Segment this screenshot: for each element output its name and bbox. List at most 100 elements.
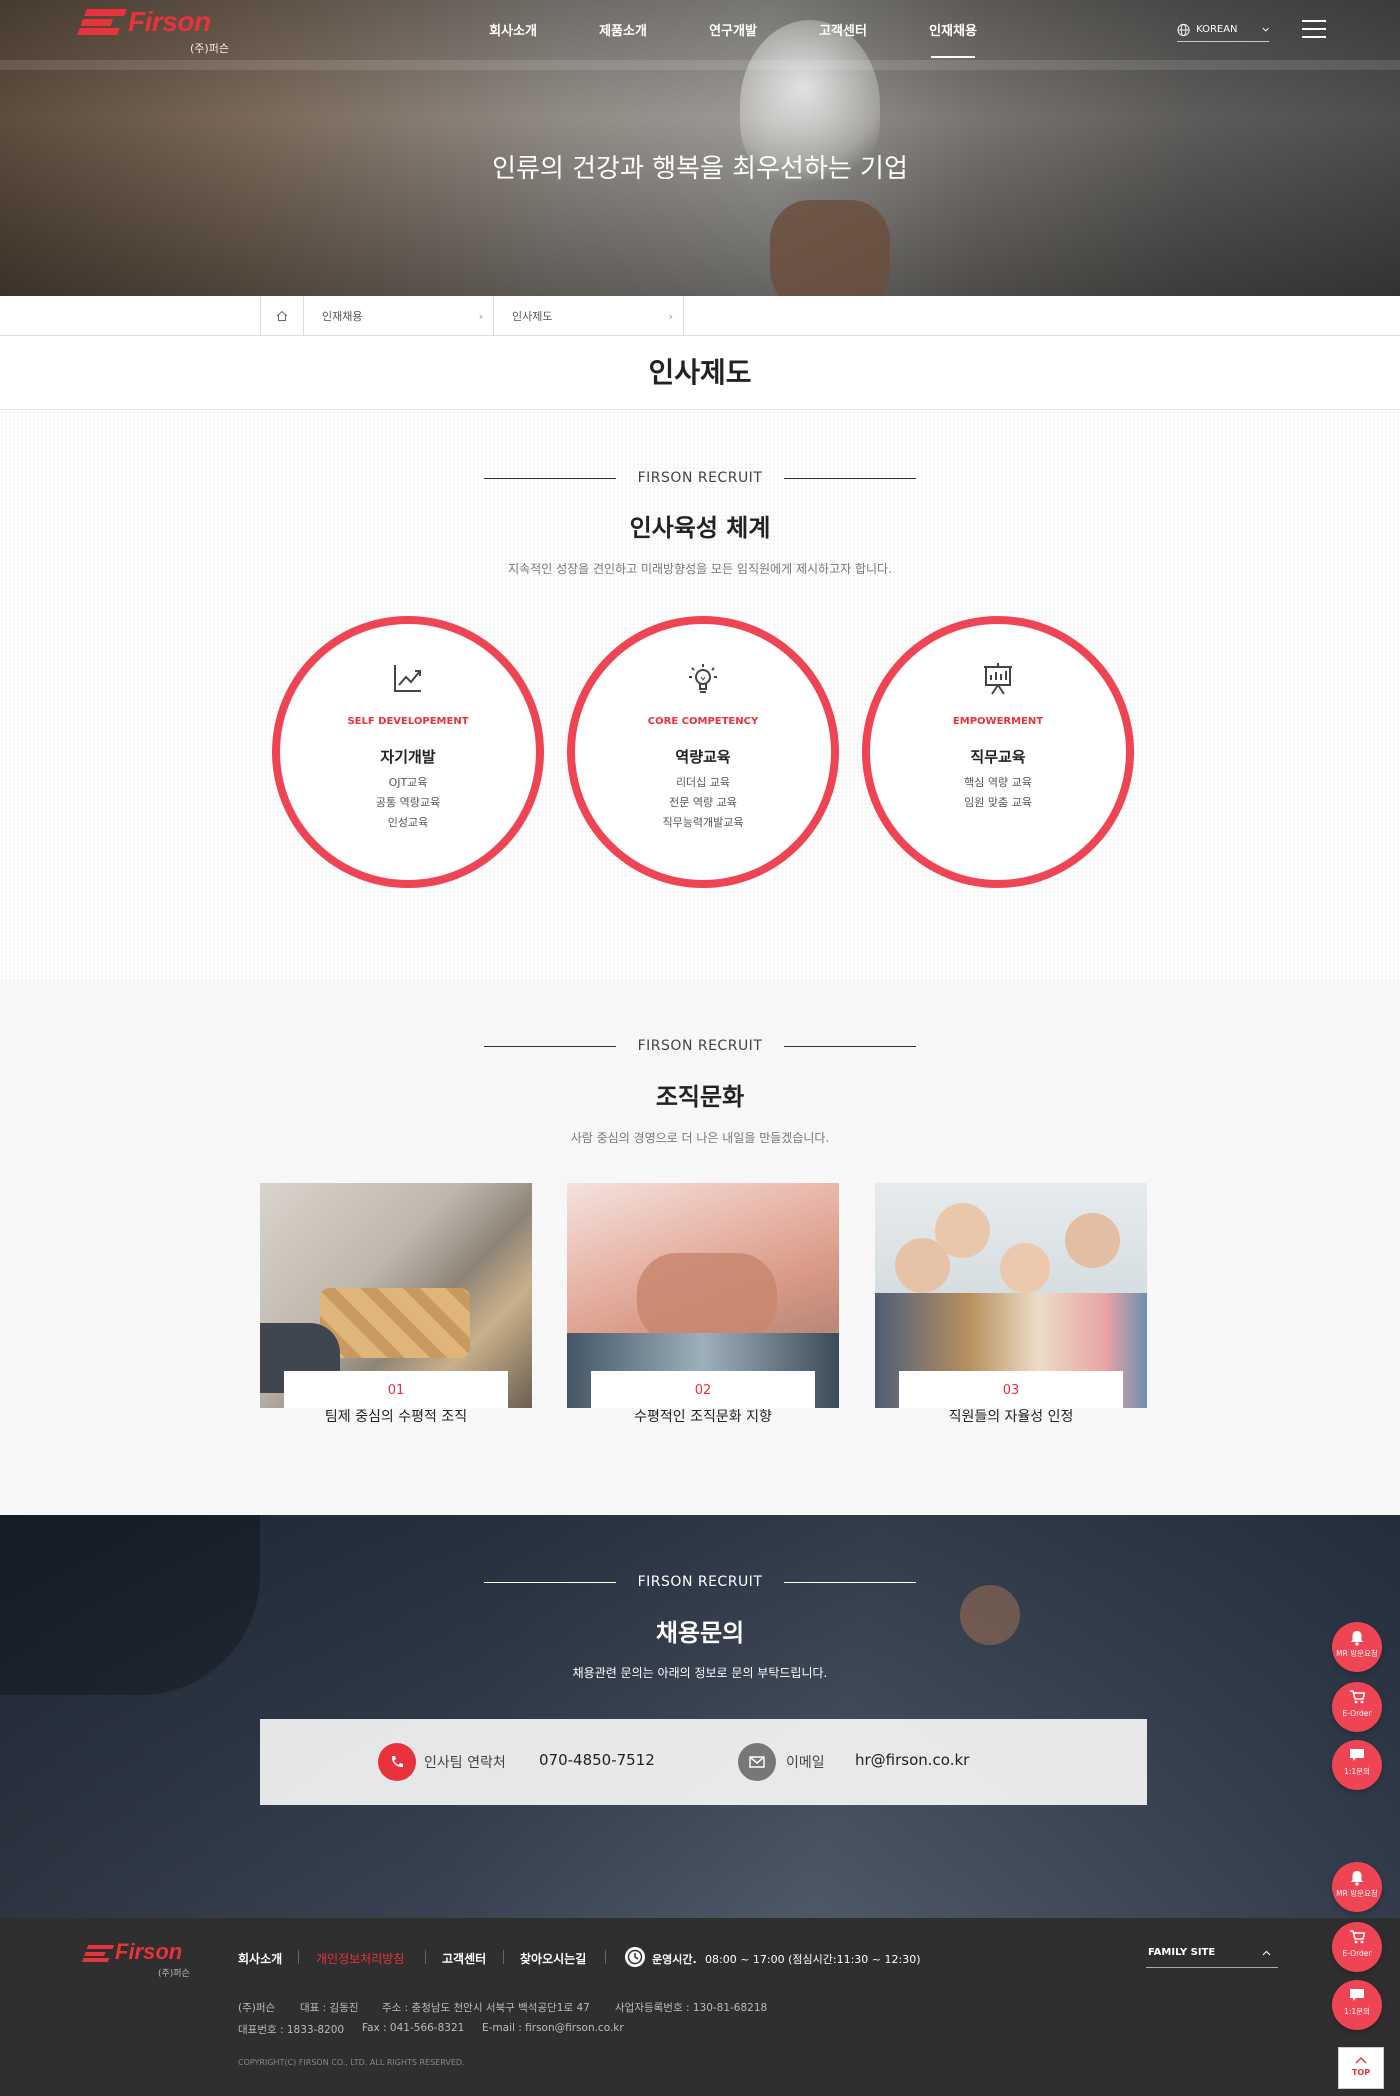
- footer-nav-support[interactable]: 고객센터: [442, 1950, 486, 1967]
- nav-research[interactable]: 연구개발: [678, 20, 788, 39]
- growth-chart-icon: [394, 665, 421, 692]
- phone-label: 인사팀 연락처: [424, 1755, 506, 1771]
- bell-icon: [1351, 1871, 1363, 1886]
- section-desc: 채용관련 문의는 아래의 정보로 문의 부탁드립니다.: [572, 1666, 828, 1680]
- card-number: 02: [694, 1383, 712, 1398]
- footer-nav-company[interactable]: 회사소개: [238, 1950, 282, 1967]
- circle-title: 역량교육: [675, 748, 731, 766]
- culture-card: [567, 1183, 839, 1408]
- circle-en-label: EMPOWERMENT: [952, 716, 1044, 727]
- footer: Firson (주)퍼슨 회사소개 개인정보처리방침 고객센터 찾아오시는길 운…: [0, 1918, 1400, 2096]
- email-label: 이메일: [786, 1755, 825, 1771]
- phone-icon: [378, 1743, 416, 1781]
- language-label: KOREAN: [1196, 24, 1238, 35]
- mr-visit-request-button[interactable]: MR 방문요청: [1332, 1622, 1382, 1672]
- section-eyebrow: FIRSON RECRUIT: [0, 470, 1400, 486]
- chevron-right-icon: ›: [478, 309, 483, 323]
- email-address[interactable]: hr@firson.co.kr: [855, 1751, 969, 1769]
- mr-visit-label: MR 방문요청: [1336, 1649, 1378, 1658]
- footer-nav-directions[interactable]: 찾아오시는길: [520, 1950, 586, 1967]
- lightbulb-icon: [689, 664, 717, 693]
- eorder-button[interactable]: E-Order: [1332, 1922, 1382, 1972]
- main-nav: 회사소개 제품소개 연구개발 고객센터 인재채용: [458, 20, 1008, 58]
- breadcrumb-label: 인사제도: [512, 310, 553, 323]
- nav-support[interactable]: 고객센터: [788, 20, 898, 39]
- bell-icon: [1351, 1631, 1363, 1646]
- main-phone: 대표번호 : 1833-8200: [238, 2024, 345, 2036]
- contact-section: FIRSON RECRUIT 채용문의 채용관련 문의는 아래의 정보로 문의 …: [0, 1515, 1400, 1918]
- phone-number[interactable]: 070-4850-7512: [539, 1751, 655, 1769]
- circle-en-label: SELF DEVELOPEMENT: [347, 716, 469, 727]
- chevron-up-icon: [1262, 1950, 1271, 1956]
- hero-banner: Firson (주)퍼슨 회사소개 제품소개 연구개발 고객센터 인재채용 KO…: [0, 0, 1400, 296]
- chevron-right-icon: ›: [668, 309, 673, 323]
- logo-text: Firson: [128, 6, 211, 37]
- section-title: 인사육성 체계: [629, 514, 771, 542]
- breadcrumb-item-hr-system[interactable]: 인사제도 ›: [494, 296, 684, 336]
- training-section: FIRSON RECRUIT 인사육성 체계 지속적인 성장을 견인하고 미래방…: [0, 410, 1400, 980]
- chevron-up-icon: [1355, 2056, 1367, 2064]
- eorder-label: E-Order: [1342, 1949, 1372, 1958]
- chat-label: 1:1문의: [1344, 1767, 1370, 1776]
- circle-empowerment: EMPOWERMENT 직무교육 핵심 역량 교육 임원 맞춤 교육: [862, 616, 1134, 888]
- chat-bubble-icon: [1350, 1989, 1364, 2001]
- section-title: 채용문의: [655, 1619, 745, 1647]
- logo[interactable]: Firson: [77, 6, 211, 38]
- home-icon[interactable]: [260, 296, 304, 336]
- email-info: E-mail : firson@firson.co.kr: [482, 2022, 624, 2034]
- nav-recruit[interactable]: 인재채용: [898, 20, 1008, 58]
- circle-item: 리더십 교육: [675, 776, 731, 789]
- section-eyebrow: FIRSON RECRUIT: [0, 1574, 1400, 1590]
- mail-icon: [738, 1743, 776, 1781]
- nav-company[interactable]: 회사소개: [458, 20, 568, 39]
- circle-core-competency: CORE COMPETENCY 역량교육 리더십 교육 전문 역량 교육 직무능…: [567, 616, 839, 888]
- address-info: 주소 : 충청남도 천안시 서북구 백석공단1로 47: [382, 2002, 590, 2014]
- hero-title: 인류의 건강과 행복을 최우선하는 기업: [492, 154, 908, 184]
- card-title: 직원들의 자율성 인정: [948, 1409, 1074, 1425]
- eorder-label: E-Order: [1342, 1709, 1372, 1718]
- globe-icon: [1177, 23, 1190, 36]
- family-site-label: FAMILY SITE: [1148, 1947, 1216, 1958]
- fax-info: Fax : 041-566-8321: [362, 2022, 465, 2034]
- culture-section: FIRSON RECRUIT 조직문화 사람 중심의 경영으로 더 나은 내일을…: [0, 980, 1400, 1515]
- copyright: COPYRIGHT(C) FIRSON CO., LTD. ALL RIGHTS…: [238, 2058, 465, 2067]
- card-number: 03: [1002, 1383, 1020, 1398]
- mr-visit-request-button[interactable]: MR 방문요청: [1332, 1862, 1382, 1912]
- scroll-top-button[interactable]: TOP: [1338, 2047, 1384, 2089]
- hours-value: 08:00 ~ 17:00 (점심시간:11:30 ~ 12:30): [705, 1953, 921, 1966]
- chat-bubble-icon: [1350, 1749, 1364, 1761]
- hamburger-menu-icon[interactable]: [1302, 20, 1326, 40]
- breadcrumb-item-recruit[interactable]: 인재채용 ›: [304, 296, 494, 336]
- footer-nav-privacy[interactable]: 개인정보처리방침: [316, 1950, 404, 1967]
- card-title: 팀제 중심의 수평적 조직: [324, 1409, 468, 1425]
- chat-inquiry-button[interactable]: 1:1문의: [1332, 1980, 1382, 2030]
- clock-icon: [625, 1947, 645, 1967]
- family-site-select[interactable]: FAMILY SITE: [1146, 1938, 1278, 1968]
- section-eyebrow: FIRSON RECRUIT: [0, 1038, 1400, 1054]
- chat-inquiry-button[interactable]: 1:1문의: [1332, 1740, 1382, 1790]
- presentation-board-icon: [984, 663, 1012, 695]
- circle-item: 인성교육: [387, 816, 429, 829]
- card-title: 수평적인 조직문화 지향: [634, 1409, 772, 1425]
- contact-box: 인사팀 연락처 070-4850-7512 이메일 hr@firson.co.k…: [260, 1719, 1147, 1805]
- circle-item: 전문 역량 교육: [669, 796, 737, 809]
- culture-card: [260, 1183, 532, 1408]
- cart-icon: [1350, 1690, 1365, 1704]
- section-desc: 지속적인 성장을 견인하고 미래방향성을 모든 임직원에게 제시하고자 합니다.: [508, 562, 892, 576]
- footer-logo[interactable]: Firson: [115, 1939, 182, 1965]
- top-label: TOP: [1351, 2068, 1371, 2077]
- chat-label: 1:1문의: [1344, 2007, 1370, 2016]
- language-select[interactable]: KOREAN: [1177, 18, 1269, 42]
- cart-icon: [1350, 1930, 1365, 1944]
- circle-title: 직무교육: [970, 748, 1026, 766]
- footer-logo-subtext: (주)퍼슨: [158, 1969, 190, 1979]
- hours-label: 운영시간.: [652, 1953, 697, 1966]
- logo-subtext: (주)퍼슨: [190, 42, 229, 55]
- page-title: 인사제도: [0, 336, 1400, 410]
- ceo-info: 대표 : 김동진: [300, 2002, 359, 2014]
- section-desc: 사람 중심의 경영으로 더 나은 내일을 만들겠습니다.: [570, 1131, 830, 1145]
- nav-products[interactable]: 제품소개: [568, 20, 678, 39]
- eorder-button[interactable]: E-Order: [1332, 1682, 1382, 1732]
- circle-title: 자기개발: [380, 748, 436, 766]
- firson-logo-mark-icon: [81, 1945, 115, 1962]
